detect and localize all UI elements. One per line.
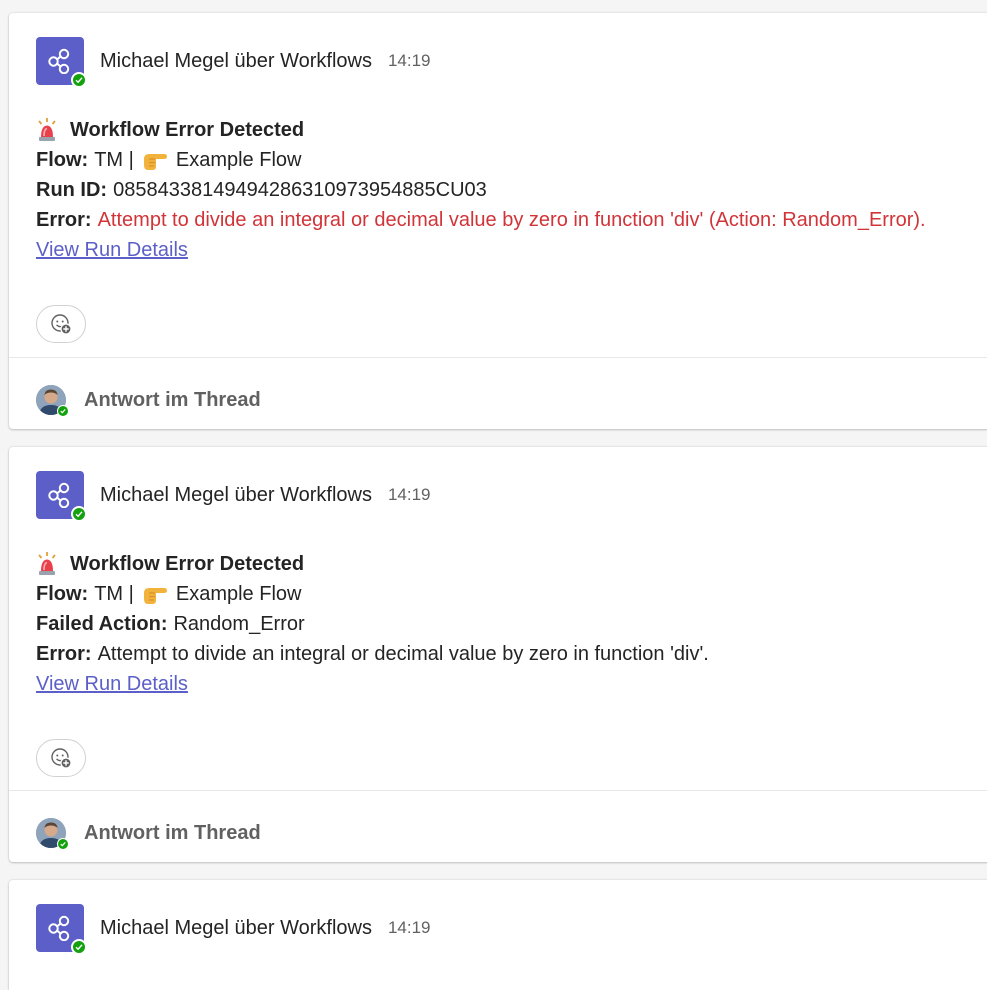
flow-name: Example Flow xyxy=(175,149,302,171)
reply-in-thread[interactable]: Antwort im Thread xyxy=(36,817,261,850)
reply-label: Antwort im Thread xyxy=(84,821,261,844)
message-title: Workflow Error Detected xyxy=(36,115,987,145)
sender-name[interactable]: Michael Megel über Workflows xyxy=(100,50,372,73)
workflows-app-avatar[interactable] xyxy=(36,471,87,522)
flow-row: Flow: TM | Example Flow xyxy=(36,145,987,175)
flow-row: Flow: TM | Example Flow xyxy=(36,579,987,609)
message-card: Michael Megel über Workflows 14:19 Workf… xyxy=(9,13,987,429)
message-title-text: Workflow Error Detected xyxy=(70,553,305,575)
available-check-icon xyxy=(57,405,69,417)
run-id-value: 08584338149494286310973954885CU03 xyxy=(113,179,487,201)
backhand-index-pointing-right-emoji xyxy=(143,588,167,604)
sender-name[interactable]: Michael Megel über Workflows xyxy=(100,917,372,940)
run-id-label: Run ID: xyxy=(36,179,108,201)
workflows-app-avatar[interactable] xyxy=(36,37,87,88)
failed-action-label: Failed Action: xyxy=(36,613,168,635)
message-body: Workflow Error Detected Flow: TM | Examp… xyxy=(36,549,987,699)
workflows-app-avatar[interactable] xyxy=(36,904,87,955)
message-card: Michael Megel über Workflows 14:19 Workf… xyxy=(9,447,987,862)
backhand-index-pointing-right-emoji xyxy=(143,154,167,170)
user-avatar xyxy=(36,818,69,850)
flow-name: Example Flow xyxy=(175,583,302,605)
reply-in-thread[interactable]: Antwort im Thread xyxy=(36,384,261,417)
flow-label: Flow: xyxy=(36,583,89,605)
link-row: View Run Details xyxy=(36,235,987,265)
card-divider xyxy=(9,357,987,358)
add-reaction-button[interactable] xyxy=(36,305,86,343)
add-reaction-icon xyxy=(51,748,72,769)
available-check-icon xyxy=(71,72,87,88)
available-check-icon xyxy=(71,939,87,955)
view-run-details-link[interactable]: View Run Details xyxy=(36,235,188,265)
available-check-icon xyxy=(71,506,87,522)
message-timestamp: 14:19 xyxy=(387,918,431,937)
message-body: Workflow Error Detected Flow: TM | Examp… xyxy=(36,115,987,265)
message-header: Michael Megel über Workflows 14:19 xyxy=(36,904,431,955)
sender-name[interactable]: Michael Megel über Workflows xyxy=(100,484,372,507)
workflows-share-icon xyxy=(48,482,70,508)
flow-label: Flow: xyxy=(36,149,89,171)
message-title-text: Workflow Error Detected xyxy=(70,119,305,141)
error-label: Error: xyxy=(36,209,92,231)
message-title: Workflow Error Detected xyxy=(36,549,987,579)
rotating-light-emoji xyxy=(38,118,56,141)
card-divider xyxy=(9,790,987,791)
flow-prefix: TM | xyxy=(94,149,134,171)
message-header: Michael Megel über Workflows 14:19 xyxy=(36,471,431,522)
message-header: Michael Megel über Workflows 14:19 xyxy=(36,37,431,88)
add-reaction-icon xyxy=(51,314,72,335)
workflows-share-icon xyxy=(48,48,70,74)
message-timestamp: 14:19 xyxy=(387,51,431,70)
link-row: View Run Details xyxy=(36,669,987,699)
user-avatar xyxy=(36,385,69,417)
workflows-share-icon xyxy=(48,915,70,941)
add-reaction-button[interactable] xyxy=(36,739,86,777)
rotating-light-emoji xyxy=(38,552,56,575)
error-text: Attempt to divide an integral or decimal… xyxy=(97,643,709,665)
flow-prefix: TM | xyxy=(94,583,134,605)
error-row: Error: Attempt to divide an integral or … xyxy=(36,205,987,235)
failed-action-row: Failed Action: Random_Error xyxy=(36,609,987,639)
available-check-icon xyxy=(57,838,69,850)
run-id-row: Run ID: 08584338149494286310973954885CU0… xyxy=(36,175,987,205)
view-run-details-link[interactable]: View Run Details xyxy=(36,669,188,699)
error-row: Error: Attempt to divide an integral or … xyxy=(36,639,987,669)
message-timestamp: 14:19 xyxy=(387,485,431,504)
message-card: Michael Megel über Workflows 14:19 xyxy=(9,880,987,990)
error-label: Error: xyxy=(36,643,92,665)
error-text: Attempt to divide an integral or decimal… xyxy=(97,209,926,231)
reply-label: Antwort im Thread xyxy=(84,388,261,411)
failed-action-value: Random_Error xyxy=(173,613,305,635)
